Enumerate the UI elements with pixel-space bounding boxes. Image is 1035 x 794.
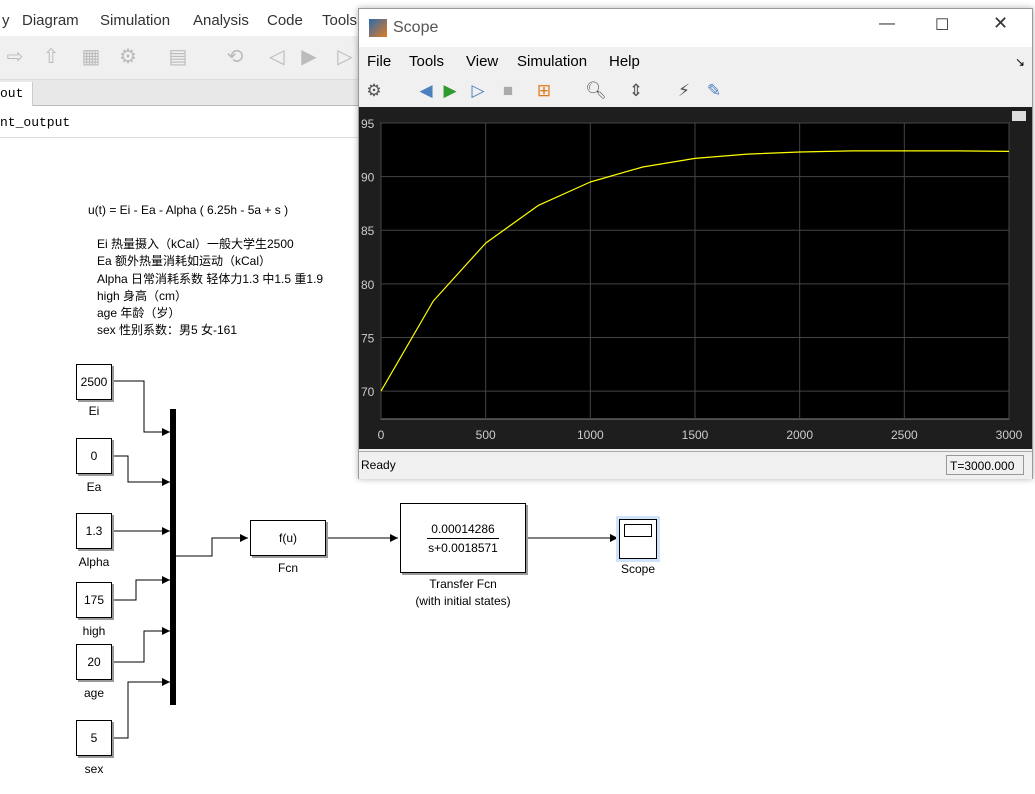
constant-block-ea[interactable]: 0 — [76, 438, 112, 474]
x-tick-label: 1000 — [577, 428, 604, 442]
signal-select-icon[interactable]: ⊞ — [533, 81, 555, 101]
block-label: high — [82, 624, 106, 638]
scope-menu-simulation[interactable]: Simulation — [517, 53, 587, 70]
block-label: sex — [84, 762, 104, 776]
block-label: (with initial states) — [415, 594, 511, 608]
y-tick-label: 95 — [361, 117, 375, 131]
block-label: age — [83, 686, 105, 700]
scope-menu-help[interactable]: Help — [609, 53, 640, 70]
tf-numerator: 0.00014286 — [431, 522, 495, 536]
y-tick-label: 75 — [361, 331, 375, 345]
block-label: Ea — [86, 480, 102, 494]
constant-block-ei[interactable]: 2500 — [76, 364, 112, 400]
fcn-block[interactable]: f(u) — [250, 520, 326, 556]
stop-icon[interactable]: ■ — [497, 81, 519, 101]
close-button[interactable]: ✕ — [993, 13, 1008, 34]
mux-block — [170, 409, 176, 705]
tf-denominator: s+0.0018571 — [428, 541, 498, 555]
constant-block-high[interactable]: 175 — [76, 582, 112, 618]
block-label: Alpha — [78, 555, 110, 569]
transfer-fcn-block[interactable]: 0.00014286 s+0.0018571 — [400, 503, 526, 573]
step-forward-icon[interactable]: ▷ — [467, 81, 489, 101]
scope-chart[interactable]: 0 500 1000 1500 2000 2500 3000 70 75 80 85 90 95 — [359, 107, 1032, 449]
status-bar: Ready T=3000.000 — [359, 451, 1032, 479]
block-label: Scope — [620, 562, 656, 576]
fraction-bar — [427, 538, 499, 539]
step-back-icon[interactable]: ◀ — [415, 81, 437, 101]
scope-block[interactable] — [616, 516, 660, 562]
constant-block-alpha[interactable]: 1.3 — [76, 513, 112, 549]
block-label: Ei — [88, 404, 100, 418]
status-text: Ready — [361, 458, 396, 472]
x-tick-label: 2000 — [786, 428, 813, 442]
x-tick-label: 2500 — [891, 428, 918, 442]
scope-menu-tools[interactable]: Tools — [409, 53, 444, 70]
y-tick-label: 90 — [361, 171, 375, 185]
x-tick-label: 500 — [476, 428, 496, 442]
x-tick-label: 3000 — [996, 428, 1023, 442]
measure-icon[interactable]: ✎ — [703, 81, 725, 101]
gear-icon[interactable]: ⚙ — [363, 81, 385, 101]
y-tick-label: 70 — [361, 385, 375, 399]
minimize-button[interactable]: — — [879, 15, 895, 33]
block-label: Fcn — [277, 561, 298, 575]
scope-screen-icon — [624, 524, 652, 537]
window-title: Scope — [393, 19, 439, 36]
x-tick-label: 1500 — [682, 428, 709, 442]
block-label: Transfer Fcn — [429, 577, 497, 591]
plot-area: 0 500 1000 1500 2000 2500 3000 70 75 80 85 90 95 — [359, 107, 1032, 449]
scope-menu-view[interactable]: View — [466, 53, 498, 70]
y-tick-label: 80 — [361, 278, 375, 292]
trigger-icon[interactable]: ⚡︎ — [673, 81, 695, 101]
scope-window: Scope — ☐ ✕ File Tools View Simulation H… — [358, 8, 1033, 479]
maximize-button[interactable]: ☐ — [935, 15, 949, 35]
dock-icon[interactable]: ↘ — [1015, 55, 1025, 69]
simulation-time: T=3000.000 — [946, 455, 1024, 475]
scope-menu-file[interactable]: File — [367, 53, 391, 70]
scope-titlebar: Scope — ☐ ✕ — [359, 9, 1032, 47]
y-tick-label: 85 — [361, 224, 375, 238]
axes-expand-icon[interactable] — [1012, 111, 1026, 121]
run-icon[interactable]: ▶ — [439, 81, 461, 101]
constant-block-age[interactable]: 20 — [76, 644, 112, 680]
constant-block-sex[interactable]: 5 — [76, 720, 112, 756]
zoom-icon[interactable]: 🔍︎ — [585, 81, 607, 101]
autoscale-icon[interactable]: ⇕ — [625, 81, 647, 101]
x-tick-label: 0 — [378, 428, 385, 442]
matlab-logo-icon — [369, 19, 387, 37]
